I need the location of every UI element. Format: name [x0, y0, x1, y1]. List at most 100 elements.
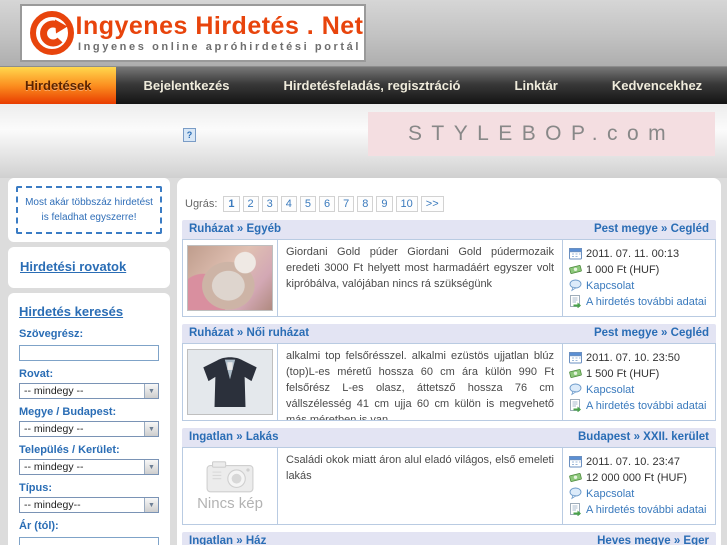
bulk-upload-promo-link[interactable]: Most akár többszáz hirdetést is feladhat…	[16, 186, 162, 234]
page-1-button[interactable]: 1	[223, 196, 240, 212]
type-field-label: Típus:	[19, 482, 52, 494]
listing-header: Ingatlan » Ház Heves megye » Eger	[182, 532, 716, 545]
nav-tab-bejelentkezes[interactable]: Bejelentkezés	[116, 67, 256, 104]
contact-link[interactable]: Kapcsolat	[586, 488, 634, 500]
page-7-button[interactable]: 7	[338, 196, 355, 212]
listing-body: Nincs kép Családi okok miatt áron alul e…	[182, 447, 716, 525]
banner-strip: ? STYLEBOP.com	[0, 104, 727, 178]
listing-price: 1 000 Ft (HUF)	[586, 263, 660, 276]
no-image-label: Nincs kép	[197, 495, 263, 512]
listing-thumbnail[interactable]: Nincs kép	[183, 448, 278, 524]
page: Ingyenes Hirdetés . Net Ingyenes online …	[0, 0, 727, 545]
details-link[interactable]: A hirdetés további adatai	[586, 504, 706, 516]
details-link[interactable]: A hirdetés további adatai	[586, 400, 706, 412]
listing-contact-line: Kapcsolat	[569, 383, 709, 396]
page-10-button[interactable]: 10	[395, 196, 418, 212]
page-4-button[interactable]: 4	[280, 196, 297, 212]
powder-compact-photo	[187, 245, 273, 311]
listings-panel: Ugrás: 1 2 3 4 5 6 7 8 9 10 >> Ruházat »…	[177, 178, 721, 545]
dark-blouse-photo	[187, 349, 273, 415]
page-6-button[interactable]: 6	[319, 196, 336, 212]
jacket-image	[203, 357, 257, 407]
city-field-label: Település / Kerület:	[19, 444, 120, 456]
site-subtitle: Ingyenes online apróhirdetési portál	[77, 41, 362, 53]
listing-thumbnail[interactable]	[183, 344, 278, 420]
listing-info: 2011. 07. 11. 00:13 1 000 Ft (HUF) Kapcs…	[563, 240, 715, 316]
listing-details-line: A hirdetés további adatai	[569, 399, 709, 412]
listing-date: 2011. 07. 11. 00:13	[586, 247, 680, 260]
broken-image-icon: ?	[183, 128, 196, 142]
pagination: Ugrás: 1 2 3 4 5 6 7 8 9 10 >>	[185, 196, 716, 212]
page-3-button[interactable]: 3	[261, 196, 278, 212]
site-title: Ingyenes Hirdetés . Net	[75, 12, 364, 40]
contact-link[interactable]: Kapcsolat	[586, 280, 634, 292]
details-page-icon	[570, 295, 581, 308]
category-field-group: Rovat: -- mindegy -- ▼	[19, 368, 159, 399]
search-link[interactable]: Hirdetés keresés	[19, 304, 123, 319]
listing-price-line: 12 000 000 Ft (HUF)	[569, 471, 709, 484]
listing-thumbnail[interactable]	[183, 240, 278, 316]
listing-row: Ingatlan » Ház Heves megye » Eger	[182, 532, 716, 545]
site-logo[interactable]: Ingyenes Hirdetés . Net Ingyenes online …	[20, 4, 366, 62]
listing-location-link[interactable]: Pest megye » Cegléd	[594, 223, 709, 235]
dropdown-arrow-icon: ▼	[144, 384, 158, 398]
nav-tab-linktar[interactable]: Linktár	[488, 67, 585, 104]
type-field-group: Típus: -- mindegy-- ▼	[19, 482, 159, 513]
main-nav: Hirdetések Bejelentkezés Hirdetésfeladás…	[0, 66, 727, 104]
listing-date-line: 2011. 07. 11. 00:13	[569, 247, 709, 260]
listing-category-link[interactable]: Ingatlan » Ház	[189, 535, 266, 545]
categories-link[interactable]: Hirdetési rovatok	[20, 259, 126, 274]
listing-category-link[interactable]: Ruházat » Női ruházat	[189, 327, 309, 339]
money-icon	[569, 473, 582, 482]
category-select[interactable]: -- mindegy -- ▼	[19, 383, 159, 399]
next-pages-button[interactable]: >>	[420, 196, 444, 212]
search-text-input[interactable]	[19, 345, 159, 361]
categories-panel: Hirdetési rovatok	[8, 247, 170, 288]
listing-date-line: 2011. 07. 10. 23:47	[569, 455, 709, 468]
details-link[interactable]: A hirdetés további adatai	[586, 296, 706, 308]
listing-row: Ruházat » Egyéb Pest megye » Cegléd Gior…	[182, 220, 716, 317]
listing-description: Családi okok miatt áron alul eladó világ…	[278, 448, 563, 524]
listing-location-link[interactable]: Pest megye » Cegléd	[594, 327, 709, 339]
nav-tab-hirdetesfeladas[interactable]: Hirdetésfeladás, regisztráció	[256, 67, 487, 104]
dropdown-arrow-icon: ▼	[144, 498, 158, 512]
listing-info: 2011. 07. 10. 23:50 1 500 Ft (HUF) Kapcs…	[563, 344, 715, 420]
page-5-button[interactable]: 5	[299, 196, 317, 212]
listing-header: Ruházat » Női ruházat Pest megye » Ceglé…	[182, 324, 716, 343]
contact-link[interactable]: Kapcsolat	[586, 384, 634, 396]
refresh-arrow-logo-icon	[30, 11, 74, 55]
price-from-input[interactable]	[19, 537, 159, 545]
category-field-label: Rovat:	[19, 368, 54, 380]
page-9-button[interactable]: 9	[376, 196, 393, 212]
calendar-icon	[569, 248, 582, 260]
sidebar: Most akár többszáz hirdetést is feladhat…	[8, 178, 170, 545]
listing-row: Ruházat » Női ruházat Pest megye » Ceglé…	[182, 324, 716, 421]
nav-tab-hirdetesek[interactable]: Hirdetések	[0, 67, 117, 104]
text-field-group: Szövegrész:	[19, 328, 159, 361]
listing-price: 1 500 Ft (HUF)	[586, 367, 660, 380]
page-2-button[interactable]: 2	[242, 196, 259, 212]
logo-text: Ingyenes Hirdetés . Net Ingyenes online …	[75, 13, 364, 53]
listing-price-line: 1 500 Ft (HUF)	[569, 367, 709, 380]
listing-category-link[interactable]: Ruházat » Egyéb	[189, 223, 281, 235]
listing-price: 12 000 000 Ft (HUF)	[586, 471, 687, 484]
type-select[interactable]: -- mindegy-- ▼	[19, 497, 159, 513]
page-8-button[interactable]: 8	[357, 196, 374, 212]
listing-contact-line: Kapcsolat	[569, 279, 709, 292]
listing-header: Ruházat » Egyéb Pest megye » Cegléd	[182, 220, 716, 239]
city-field-group: Település / Kerület: -- mindegy -- ▼	[19, 444, 159, 475]
listing-location-link[interactable]: Budapest » XXII. kerület	[578, 431, 709, 443]
county-select[interactable]: -- mindegy -- ▼	[19, 421, 159, 437]
county-field-label: Megye / Budapest:	[19, 406, 117, 418]
listing-location-link[interactable]: Heves megye » Eger	[597, 535, 709, 545]
speech-bubble-icon	[569, 487, 582, 500]
price-from-field-group: Ár (tól):	[19, 520, 159, 545]
listing-category-link[interactable]: Ingatlan » Lakás	[189, 431, 278, 443]
details-page-icon	[570, 503, 581, 516]
nav-tab-kedvencekhez[interactable]: Kedvencekhez	[585, 67, 727, 104]
money-icon	[569, 369, 582, 378]
stylebop-ad-banner[interactable]: STYLEBOP.com	[368, 112, 715, 156]
price-from-label: Ár (tól):	[19, 520, 59, 532]
city-select[interactable]: -- mindegy -- ▼	[19, 459, 159, 475]
dropdown-arrow-icon: ▼	[144, 460, 158, 474]
